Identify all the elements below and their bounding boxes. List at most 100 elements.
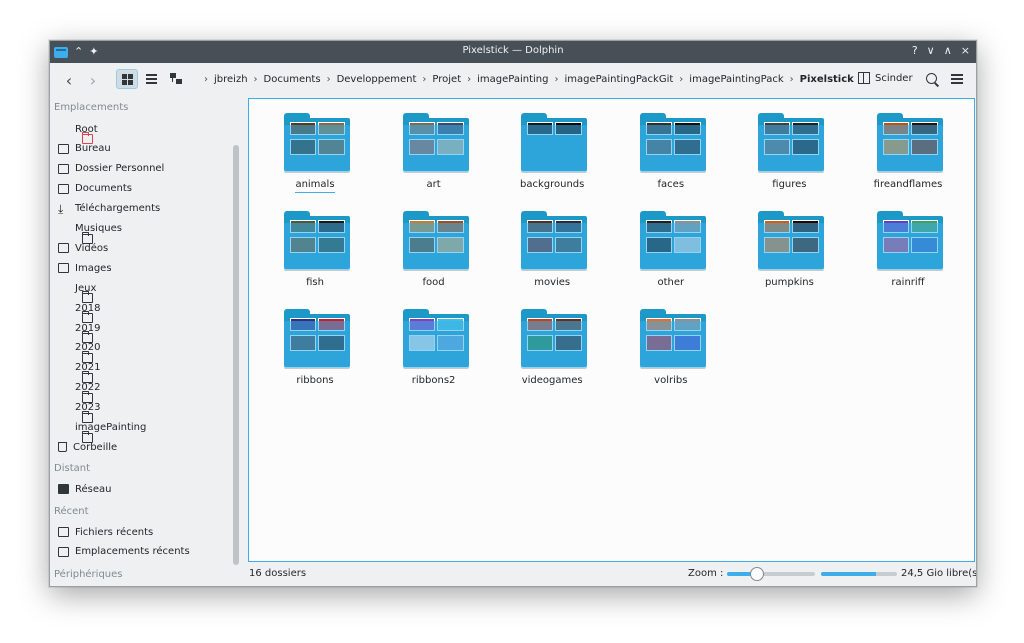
- folder-label: ribbons: [260, 375, 370, 386]
- sidebar-item-label: Vidéos: [75, 242, 109, 254]
- folder-item[interactable]: ribbons2: [379, 299, 489, 389]
- folder-name: food: [422, 277, 445, 288]
- icons-view-button[interactable]: [116, 69, 138, 89]
- breadcrumb-item[interactable]: Pixelstick: [800, 74, 854, 85]
- breadcrumb-item[interactable]: jbreizh: [214, 74, 248, 85]
- sidebar-item[interactable]: Corbeille: [58, 438, 117, 456]
- folder-icon: [284, 309, 350, 369]
- help-icon[interactable]: ?: [912, 44, 918, 57]
- toolbar: ‹ › › jbreizh › Documents › Developpement › Pro…: [50, 63, 976, 97]
- folder-item[interactable]: food: [379, 201, 489, 291]
- folder-item[interactable]: faces: [616, 103, 726, 193]
- hamburger-menu-icon[interactable]: [951, 74, 963, 84]
- breadcrumb-item[interactable]: Developpement: [337, 74, 417, 85]
- back-button[interactable]: ‹: [62, 71, 76, 90]
- folder-item[interactable]: volribs: [616, 299, 726, 389]
- folder-item[interactable]: animals: [260, 103, 370, 193]
- section-devices: Périphériques: [54, 569, 123, 580]
- sidebar-item[interactable]: Dossier Personnel: [58, 160, 164, 178]
- sidebar-item-label: Corbeille: [73, 441, 118, 453]
- section-recent: Récent: [54, 506, 89, 517]
- sidebar-item[interactable]: Documents: [58, 180, 132, 198]
- folder-name: other: [657, 277, 685, 288]
- sidebar-item[interactable]: Fichiers récents: [58, 523, 153, 541]
- zoom-slider-handle[interactable]: [750, 567, 765, 581]
- sidebar-item[interactable]: ⤓ Téléchargements: [58, 200, 160, 218]
- breadcrumb-item[interactable]: Documents: [264, 74, 321, 85]
- folder-icon: [639, 113, 706, 173]
- item-count: 16 dossiers: [249, 568, 307, 579]
- sidebar-item[interactable]: Réseau: [58, 480, 111, 498]
- compact-view-button[interactable]: [140, 69, 162, 89]
- sidebar-item[interactable]: Root: [58, 120, 98, 144]
- sidebar-item[interactable]: 2022: [58, 379, 100, 403]
- close-icon[interactable]: ×: [961, 44, 970, 57]
- window-title: Pixelstick — Dolphin: [462, 45, 564, 56]
- folder-item[interactable]: fish: [260, 201, 370, 291]
- folder-label: pumpkins: [734, 277, 844, 288]
- sidebar-item[interactable]: Bureau: [58, 140, 111, 158]
- breadcrumb-item[interactable]: imagePaintingPack: [689, 74, 783, 85]
- folder-label: figures: [734, 179, 844, 190]
- forward-button[interactable]: ›: [86, 71, 100, 90]
- folder-label: backgrounds: [497, 179, 607, 190]
- breadcrumb-item[interactable]: imagePaintingPackGit: [564, 74, 673, 85]
- folder-item[interactable]: pumpkins: [734, 201, 844, 291]
- folder-name: volribs: [654, 375, 688, 386]
- breadcrumb-separator-icon: ›: [467, 74, 472, 85]
- folder-item[interactable]: fireandflames: [853, 103, 963, 193]
- folder-label: fish: [260, 277, 370, 288]
- sidebar-item-label: Bureau: [75, 143, 111, 155]
- sidebar-item[interactable]: 2023: [58, 399, 100, 423]
- folder-name: fireandflames: [873, 179, 943, 190]
- compact-view-icon: [145, 73, 157, 85]
- sidebar-item-label: Fichiers récents: [75, 526, 154, 538]
- split-button[interactable]: Scinder: [858, 72, 913, 84]
- folder-label: fireandflames: [853, 179, 963, 190]
- folder-name: animals: [295, 179, 335, 193]
- sidebar-item[interactable]: Musiques: [58, 220, 122, 244]
- folder-name: rainriff: [891, 277, 925, 288]
- recent-files-icon: [58, 527, 69, 537]
- folder-item[interactable]: ribbons: [260, 299, 370, 389]
- sidebar-item[interactable]: 2020: [58, 339, 100, 363]
- details-view-icon: [170, 73, 182, 85]
- folder-item[interactable]: videogames: [497, 299, 607, 389]
- sidebar-item[interactable]: Jeux: [58, 279, 96, 304]
- sidebar-item[interactable]: imagePainting: [58, 419, 146, 443]
- folder-label: ribbons2: [379, 375, 489, 386]
- maximize-icon[interactable]: ∧: [944, 44, 952, 57]
- folder-icon: [758, 211, 825, 271]
- sidebar-item[interactable]: Vidéos: [58, 239, 108, 257]
- folder-icon: [877, 211, 943, 271]
- minimize-icon[interactable]: ∨: [927, 44, 935, 57]
- search-icon[interactable]: [926, 73, 937, 84]
- sidebar-item[interactable]: Images: [58, 259, 112, 277]
- sidebar-item[interactable]: 2019: [58, 319, 100, 343]
- folder-icon: [639, 309, 706, 369]
- folder-item[interactable]: other: [616, 201, 726, 291]
- folder-label: food: [379, 277, 489, 288]
- sidebar-item[interactable]: Emplacements récents: [58, 543, 190, 561]
- free-space-bar-fill: [821, 572, 876, 576]
- folder-item[interactable]: backgrounds: [497, 103, 607, 193]
- trash-icon: [58, 442, 67, 453]
- folder-item[interactable]: art: [379, 103, 489, 193]
- free-space-bar: [821, 572, 897, 576]
- sidebar-item[interactable]: 2021: [58, 359, 100, 383]
- sidebar-item[interactable]: 2018: [58, 299, 100, 324]
- sidebar-scrollbar[interactable]: [233, 145, 239, 565]
- video-icon: [58, 243, 69, 254]
- folder-item[interactable]: rainriff: [853, 201, 963, 291]
- folder-icon: [521, 113, 588, 173]
- folder-name: faces: [657, 179, 685, 190]
- breadcrumb-item[interactable]: imagePainting: [477, 74, 548, 85]
- breadcrumb-item[interactable]: Projet: [432, 74, 461, 85]
- details-view-button[interactable]: [165, 69, 187, 89]
- folder-item[interactable]: figures: [734, 103, 844, 193]
- zoom-slider[interactable]: [727, 567, 815, 581]
- folder-item[interactable]: movies: [497, 201, 607, 291]
- sidebar-item-label: Images: [75, 262, 112, 274]
- icons-view-icon: [121, 73, 133, 85]
- folder-label: other: [616, 277, 726, 288]
